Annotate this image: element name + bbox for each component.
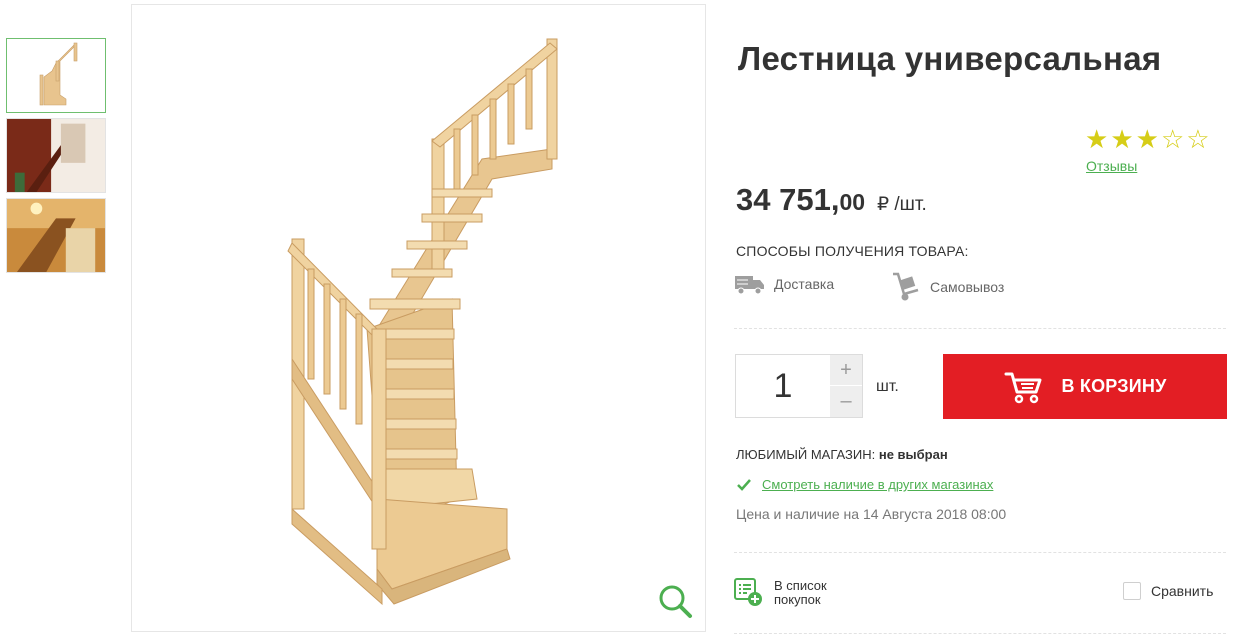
checkbox-icon[interactable] bbox=[1123, 582, 1141, 600]
truck-icon bbox=[735, 276, 764, 295]
delivery-method-delivery[interactable]: Доставка bbox=[734, 272, 834, 296]
star-empty-icon[interactable]: ☆ bbox=[1186, 125, 1209, 153]
favorite-store-value: не выбран bbox=[878, 447, 948, 462]
thumbnail-list bbox=[6, 38, 106, 278]
star-filled-icon[interactable]: ★ bbox=[1085, 125, 1108, 153]
delivery-methods-title: СПОСОБЫ ПОЛУЧЕНИЯ ТОВАРА: bbox=[736, 243, 969, 259]
main-product-image[interactable] bbox=[131, 4, 706, 632]
divider bbox=[734, 633, 1226, 634]
compare-label: Сравнить bbox=[1151, 583, 1214, 599]
delivery-method-label: Самовывоз bbox=[930, 279, 1005, 295]
star-empty-icon[interactable]: ☆ bbox=[1161, 125, 1184, 153]
quantity-input[interactable]: 1 bbox=[736, 355, 830, 417]
availability-row: Смотреть наличие в других магазинах bbox=[736, 477, 993, 492]
star-filled-icon[interactable]: ★ bbox=[1136, 125, 1159, 153]
quantity-stepper[interactable]: 1 + – bbox=[735, 354, 863, 418]
price-integer: 34 751, bbox=[736, 182, 840, 217]
add-to-cart-button[interactable]: В КОРЗИНУ bbox=[943, 354, 1227, 419]
reviews-link[interactable]: Отзывы bbox=[1086, 158, 1137, 174]
thumbnail-staircase-interior-3[interactable] bbox=[6, 198, 106, 273]
quantity-unit: шт. bbox=[876, 378, 899, 395]
product-title: Лестница универсальная bbox=[738, 40, 1162, 77]
divider bbox=[734, 328, 1226, 329]
add-to-cart-label: В КОРЗИНУ bbox=[1061, 376, 1167, 396]
magnifier-icon[interactable] bbox=[657, 583, 693, 619]
favorite-store: ЛЮБИМЫЙ МАГАЗИН: не выбран bbox=[736, 447, 948, 462]
rating-stars[interactable]: ★ ★ ★ ☆ ☆ bbox=[1085, 125, 1210, 153]
delivery-method-label: Доставка bbox=[774, 276, 835, 292]
star-filled-icon[interactable]: ★ bbox=[1110, 125, 1133, 153]
hand-truck-icon bbox=[893, 272, 919, 301]
shopping-list-label: В список покупок bbox=[774, 578, 827, 607]
compare-checkbox[interactable]: Сравнить bbox=[1123, 582, 1213, 600]
delivery-method-pickup[interactable]: Самовывоз bbox=[890, 272, 1004, 302]
price-fraction: 00 bbox=[839, 189, 866, 215]
shopping-list-icon bbox=[734, 578, 762, 606]
staircase-image bbox=[287, 38, 558, 606]
thumbnail-staircase-1[interactable] bbox=[6, 38, 106, 113]
price-date: Цена и наличие на 14 Августа 2018 08:00 bbox=[736, 506, 1007, 522]
divider bbox=[734, 552, 1226, 553]
thumbnail-staircase-interior-2[interactable] bbox=[6, 118, 106, 193]
availability-link[interactable]: Смотреть наличие в других магазинах bbox=[762, 477, 993, 492]
price: 34 751, 00 ₽ /шт. bbox=[736, 182, 927, 218]
favorite-store-label: ЛЮБИМЫЙ МАГАЗИН: bbox=[736, 447, 876, 462]
checkmark-icon bbox=[737, 478, 751, 491]
quantity-minus-button[interactable]: – bbox=[830, 386, 862, 417]
add-to-shopping-list-button[interactable]: В список покупок bbox=[734, 578, 844, 608]
quantity-plus-button[interactable]: + bbox=[830, 355, 862, 386]
price-unit: ₽ /шт. bbox=[877, 194, 927, 215]
cart-icon bbox=[1004, 372, 1042, 403]
